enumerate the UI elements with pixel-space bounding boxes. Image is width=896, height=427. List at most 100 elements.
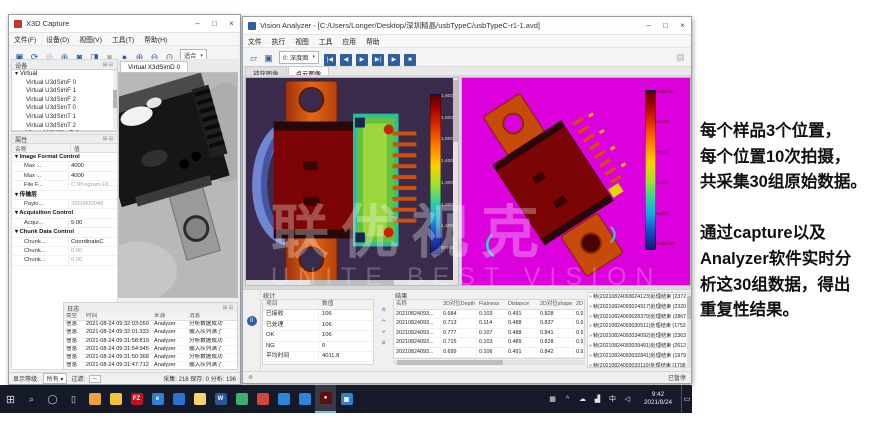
log-column-header[interactable]: 时间 — [84, 313, 152, 320]
stop-button[interactable]: ■ — [404, 54, 416, 66]
hidden-icons-chevron[interactable]: ^ — [560, 396, 575, 403]
device-tree-item[interactable]: Virtual U3dSimT 2 — [12, 122, 117, 131]
analyzer-close-button[interactable]: × — [674, 18, 691, 34]
settings-icon[interactable]: ▤ — [674, 51, 687, 64]
capture-maximize-button[interactable]: □ — [206, 16, 223, 32]
analyzer-menu-item[interactable]: 帮助 — [361, 36, 385, 46]
property-row[interactable]: Max ...4000 — [12, 162, 117, 171]
volume-icon[interactable]: ◁ — [620, 395, 635, 403]
device-tree-scrollbar[interactable] — [113, 70, 117, 131]
property-row[interactable]: Chunk...0.00 — [12, 247, 117, 256]
device-tree-root[interactable]: ▾ Virtual — [12, 70, 117, 79]
panel-buttons-icon[interactable]: ⊞⊟ — [223, 305, 234, 311]
ime-icon[interactable]: 中 — [605, 394, 620, 404]
depth-view-left[interactable]: 1,602.511,6001,5001,4001,3001,2001,10097… — [245, 77, 459, 286]
stats-column-header[interactable]: 数值 — [319, 300, 373, 309]
app-word[interactable]: W — [210, 385, 231, 413]
panel-buttons-icon[interactable]: ⊞⊟ — [103, 136, 114, 142]
log-column-header[interactable]: 来源 — [152, 313, 187, 320]
capture-menu-item[interactable]: 设备(D) — [41, 34, 74, 44]
task-view-icon[interactable]: ▯ — [63, 385, 84, 413]
frame-log-row[interactable]: »帧(20210824093024917)处理结束 (2320 ms) — [588, 303, 688, 313]
grayscale-connector-image[interactable] — [118, 72, 238, 298]
filter-value[interactable]: -- — [89, 375, 101, 383]
notification-center-button[interactable]: ▭ — [681, 385, 692, 413]
property-row[interactable]: Chunk...0.00 — [12, 256, 117, 265]
log-row[interactable]: 信息2021-08-24 09:32:03:050Analyzer分析数据成功 — [64, 321, 237, 329]
stats-row[interactable]: 已处理106 — [263, 321, 373, 331]
frame-log-row[interactable]: »帧(20210824093028379)处理结束 (2867 ms) — [588, 313, 688, 323]
frame-log-row[interactable]: »帧(20210824093034092)处理结束 (2363 ms) — [588, 332, 688, 342]
tray-app-icon[interactable]: ▦ — [545, 395, 560, 403]
property-group-row[interactable]: ▾ Image Format Control — [12, 153, 117, 162]
scroll-last-button[interactable]: » — [379, 335, 390, 351]
results-column-header[interactable]: 名称 — [394, 300, 441, 309]
start-button[interactable]: ⊞ — [0, 385, 21, 413]
property-row[interactable]: Max ...4000 — [12, 172, 117, 181]
app-edge[interactable]: e — [147, 385, 168, 413]
device-tree-item[interactable]: Virtual U3dSimT 1 — [12, 113, 117, 122]
network-icon[interactable]: ▟ — [590, 395, 605, 403]
horizontal-scrollbar[interactable] — [246, 280, 458, 285]
onedrive-icon[interactable]: ☁ — [575, 395, 590, 403]
app-capture-active[interactable]: ● — [315, 385, 336, 413]
results-horizontal-scrollbar[interactable] — [393, 360, 585, 365]
device-tree-item[interactable]: Virtual U3dSimF 2 — [12, 96, 117, 105]
cortana-icon[interactable]: ◯ — [42, 385, 63, 413]
prev-frame-button[interactable]: ◀ — [340, 54, 352, 66]
analyzer-titlebar[interactable]: Vision Analyzer - [C:/Users/Longer/Deskt… — [243, 17, 691, 35]
frame-log-row[interactable]: »帧(20210824093039491)处理结束 (2612 ms) — [588, 342, 688, 352]
results-column-header[interactable]: 2D对位Corr — [574, 300, 584, 309]
display-level-dropdown[interactable]: 所有 ▾ — [43, 373, 68, 384]
property-row[interactable]: Paylo...2560000048 — [12, 200, 117, 209]
stats-column-header[interactable]: 项目 — [263, 300, 319, 309]
results-column-header[interactable]: 2D对位shape — [538, 300, 574, 309]
frame-log-row[interactable]: »帧(20210824093030511)处理结束 (1753 ms) — [588, 322, 688, 332]
property-group-row[interactable]: ▾ Acquisition Control — [12, 209, 117, 218]
analyzer-menu-item[interactable]: 执行 — [267, 36, 291, 46]
analyzer-menu-item[interactable]: 应用 — [337, 36, 361, 46]
vertical-scrollbar[interactable] — [453, 78, 458, 285]
log-column-header[interactable]: 消息 — [187, 313, 237, 320]
depth-view-right[interactable]: 1,602.511,6001,5001,4001,3001,067.89 — [461, 77, 691, 286]
camera-index-button[interactable]: 0 — [247, 316, 257, 326]
results-column-header[interactable]: 3D对位Depth — [441, 300, 477, 309]
log-row[interactable]: 信息2021-08-24 09:31:58:819Analyzer分析数据成功 — [64, 338, 237, 346]
app-globe-1[interactable] — [273, 385, 294, 413]
analyzer-minimize-button[interactable]: – — [640, 18, 657, 34]
tab-virtual-x3dsimd0[interactable]: Virtual X3dSimD 0 — [120, 61, 188, 72]
capture-menu-item[interactable]: 文件(F) — [9, 34, 41, 44]
analyzer-maximize-button[interactable]: □ — [657, 18, 674, 34]
device-tree-item[interactable]: Virtual U3dSimF 0 — [12, 79, 117, 88]
results-column-header[interactable]: Distance — [506, 300, 538, 309]
capture-titlebar[interactable]: X3D Capture – □ × — [9, 15, 240, 33]
property-row[interactable]: Chunk...CoordinateC — [12, 238, 117, 247]
search-icon[interactable]: ⌕ — [21, 385, 42, 413]
open-file-icon[interactable]: ▱ — [247, 52, 260, 65]
results-row[interactable]: 20210824093...0.6840.1030.4910.8280.996 — [394, 310, 584, 320]
frame-log-scrollbar[interactable] — [687, 292, 692, 368]
property-group-row[interactable]: ▾ 传输层 — [12, 191, 117, 200]
panel-buttons-icon[interactable]: ⊞⊟ — [103, 62, 114, 68]
capture-minimize-button[interactable]: – — [189, 16, 206, 32]
log-row[interactable]: 信息2021-08-24 09:32:01:333Analyzer输入队列满了 — [64, 329, 237, 337]
log-column-header[interactable]: 类型 — [64, 313, 84, 320]
frame-log-row[interactable]: »帧(20210824093032841)处理结束 (1979 ms) — [588, 352, 688, 362]
app-globe-2[interactable] — [294, 385, 315, 413]
results-row[interactable]: 20210824093...0.7150.1030.4890.8280.996 — [394, 338, 584, 348]
app-filezilla[interactable]: FZ — [126, 385, 147, 413]
properties-col-value[interactable]: 值 — [71, 144, 80, 152]
analyzer-menu-item[interactable]: 文件 — [243, 36, 267, 46]
stats-row[interactable]: NG0 — [263, 342, 373, 352]
stats-row[interactable]: 已接收106 — [263, 310, 373, 320]
app-green[interactable] — [231, 385, 252, 413]
stats-row[interactable]: 平均时间4011.8 — [263, 352, 373, 362]
log-row[interactable]: 信息2021-08-24 09:31:47:712Analyzer输入队列满了 — [64, 362, 237, 369]
log-row[interactable]: 信息2021-08-24 09:31:54:945Analyzer输入队列满了 — [64, 346, 237, 354]
property-row[interactable]: Acqui...5.00 — [12, 219, 117, 228]
app-crown[interactable] — [84, 385, 105, 413]
first-frame-button[interactable]: |◀ — [324, 54, 336, 66]
app-mail[interactable] — [168, 385, 189, 413]
app-photos[interactable]: ▣ — [336, 385, 357, 413]
log-row[interactable]: 信息2021-08-24 09:31:50:368Analyzer分析数据成功 — [64, 354, 237, 362]
